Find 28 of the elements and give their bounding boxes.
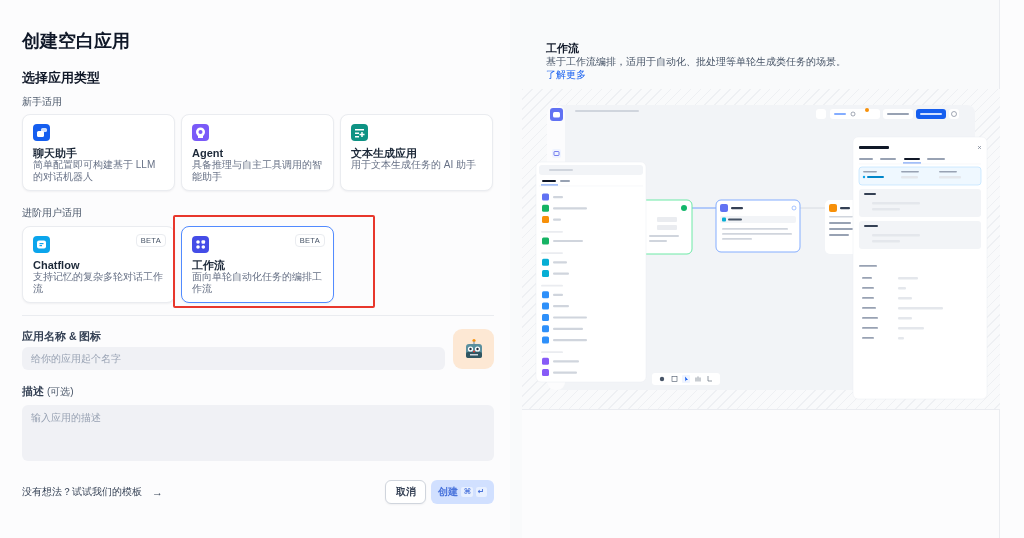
card-title: Chatflow: [33, 259, 81, 271]
app-name-input[interactable]: 给你的应用起个名字: [22, 347, 445, 370]
card-title: Agent: [192, 147, 224, 159]
section-heading: 选择应用类型: [22, 71, 101, 85]
card-title: 文本生成应用: [351, 147, 418, 159]
group-label: 新手适用: [22, 96, 63, 107]
arrow-icon: →: [152, 486, 163, 498]
dialog-title: 创建空白应用: [22, 31, 131, 51]
preview-title: 工作流: [546, 42, 580, 54]
app-type-card[interactable]: 聊天助手 简单配置即可构建基于 LLM 的对话机器人: [22, 114, 175, 191]
card-description: 面向单轮自动化任务的编排工作流: [192, 271, 323, 294]
app-type-card[interactable]: 文本生成应用 用于文本生成任务的 AI 助手: [340, 114, 493, 191]
card-description: 用于文本生成任务的 AI 助手: [351, 159, 477, 171]
learn-more-link[interactable]: 了解更多: [546, 68, 586, 80]
card-description: 支持记忆的复杂多轮对话工作流: [33, 271, 164, 294]
preview-description: 基于工作流编排，适用于自动化、批处理等单轮生成类任务的场景。 了解更多: [546, 56, 847, 81]
card-description: 具备推理与自主工具调用的智能助手: [192, 159, 323, 182]
field-label: 应用名称 & 图标: [22, 329, 103, 343]
cancel-button[interactable]: 取消: [385, 480, 426, 504]
card-title: 聊天助手: [33, 147, 78, 159]
template-link[interactable]: 没有想法？试试我们的模板: [22, 485, 142, 499]
card-title: 工作流: [192, 259, 225, 271]
app-icon-picker[interactable]: [453, 329, 494, 369]
card-description: 简单配置即可构建基于 LLM 的对话机器人: [33, 159, 157, 182]
description-input[interactable]: 输入应用的描述: [22, 405, 494, 461]
group-label: 进阶用户适用: [22, 207, 83, 218]
field-label: 描述 (可选): [22, 384, 75, 399]
app-type-card[interactable]: Agent 具备推理与自主工具调用的智能助手: [181, 114, 334, 191]
